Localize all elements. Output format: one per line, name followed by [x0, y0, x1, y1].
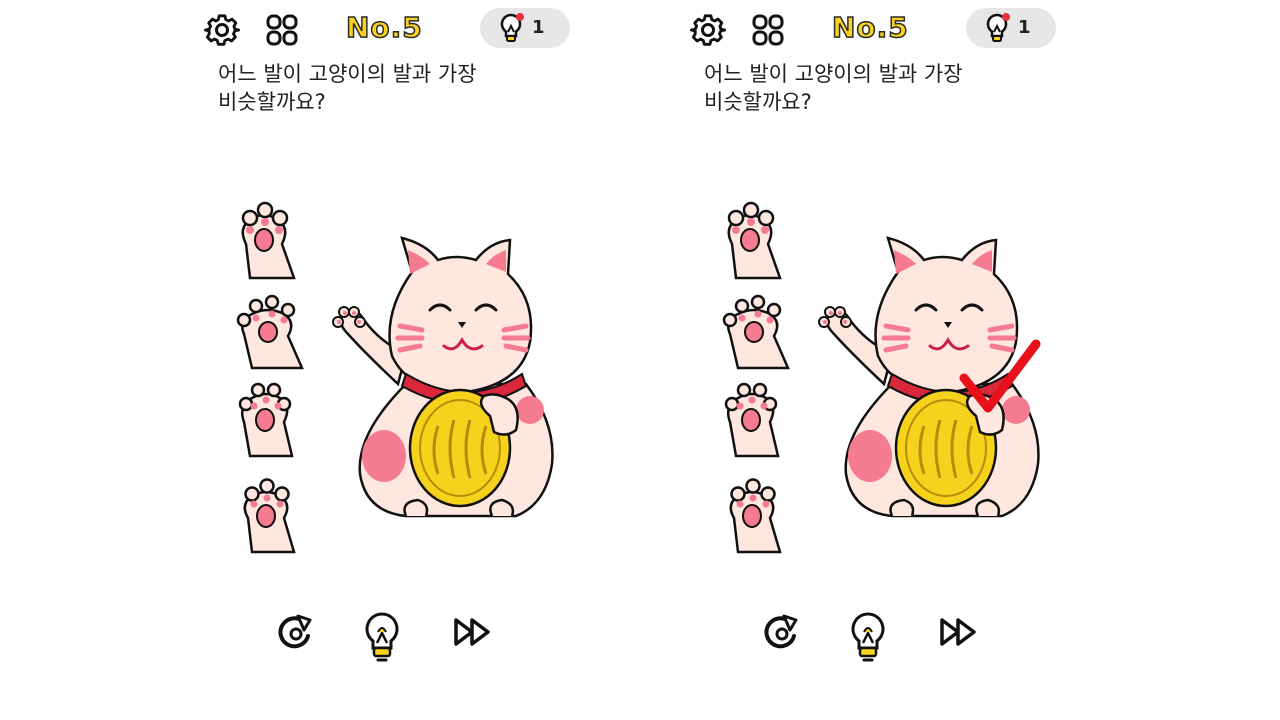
level-number: No.5: [345, 10, 423, 45]
question-text: 어느 발이 고양이의 발과 가장 비슷할까요?: [704, 60, 1064, 116]
restart-button[interactable]: [274, 610, 318, 658]
grid-icon: [752, 14, 784, 46]
skip-button[interactable]: [450, 610, 494, 658]
menu-button[interactable]: [264, 12, 300, 48]
grid-icon: [266, 14, 298, 46]
lucky-cat-illustration: [332, 236, 554, 518]
hint-button[interactable]: [846, 610, 890, 668]
question-line-1: 어느 발이 고양이의 발과 가장: [704, 62, 963, 86]
paw-option-b[interactable]: [228, 290, 308, 370]
paw-option-d[interactable]: [230, 472, 302, 554]
question-line-2: 비슷할까요?: [218, 90, 326, 114]
restart-button[interactable]: [760, 610, 804, 658]
restart-icon: [278, 614, 312, 649]
hint-counter[interactable]: 1: [966, 8, 1056, 48]
lightbulb-icon: [851, 612, 885, 662]
puzzle-stage: [686, 180, 1086, 560]
lightbulb-icon: [500, 13, 524, 42]
hint-button[interactable]: [360, 610, 404, 668]
paw-option-a[interactable]: [714, 198, 786, 280]
hint-count: 1: [532, 17, 545, 38]
fast-forward-icon: [454, 618, 490, 646]
question-text: 어느 발이 고양이의 발과 가장 비슷할까요?: [218, 60, 578, 116]
paw-option-a[interactable]: [228, 198, 300, 280]
settings-button[interactable]: [690, 12, 727, 48]
game-panel-right: No.5 1 어느 발이 고양이의 발과 가장 비슷할까요?: [686, 0, 1106, 720]
restart-icon: [764, 614, 798, 649]
paw-option-b[interactable]: [714, 290, 794, 370]
settings-button[interactable]: [204, 12, 241, 48]
question-line-1: 어느 발이 고양이의 발과 가장: [218, 62, 477, 86]
hint-counter[interactable]: 1: [480, 8, 570, 48]
bottom-toolbar: [270, 610, 530, 670]
checkmark-icon: [959, 339, 1041, 413]
lightbulb-icon: [986, 13, 1010, 42]
game-panel-left: No.5 1 어느 발이 고양이의 발과 가장 비슷할까요?: [200, 0, 620, 720]
fast-forward-icon: [940, 618, 976, 646]
question-line-2: 비슷할까요?: [704, 90, 812, 114]
gear-icon: [204, 14, 241, 46]
gear-icon: [690, 14, 727, 46]
level-number: No.5: [831, 10, 909, 45]
hint-count: 1: [1018, 17, 1031, 38]
paw-option-c[interactable]: [228, 376, 300, 458]
puzzle-stage: [200, 180, 600, 560]
paw-option-d[interactable]: [716, 472, 788, 554]
lightbulb-icon: [365, 612, 399, 662]
menu-button[interactable]: [750, 12, 786, 48]
top-bar: No.5 1: [200, 8, 580, 50]
skip-button[interactable]: [936, 610, 980, 658]
bottom-toolbar: [756, 610, 1016, 670]
top-bar: No.5 1: [686, 8, 1066, 50]
paw-option-c[interactable]: [714, 376, 786, 458]
